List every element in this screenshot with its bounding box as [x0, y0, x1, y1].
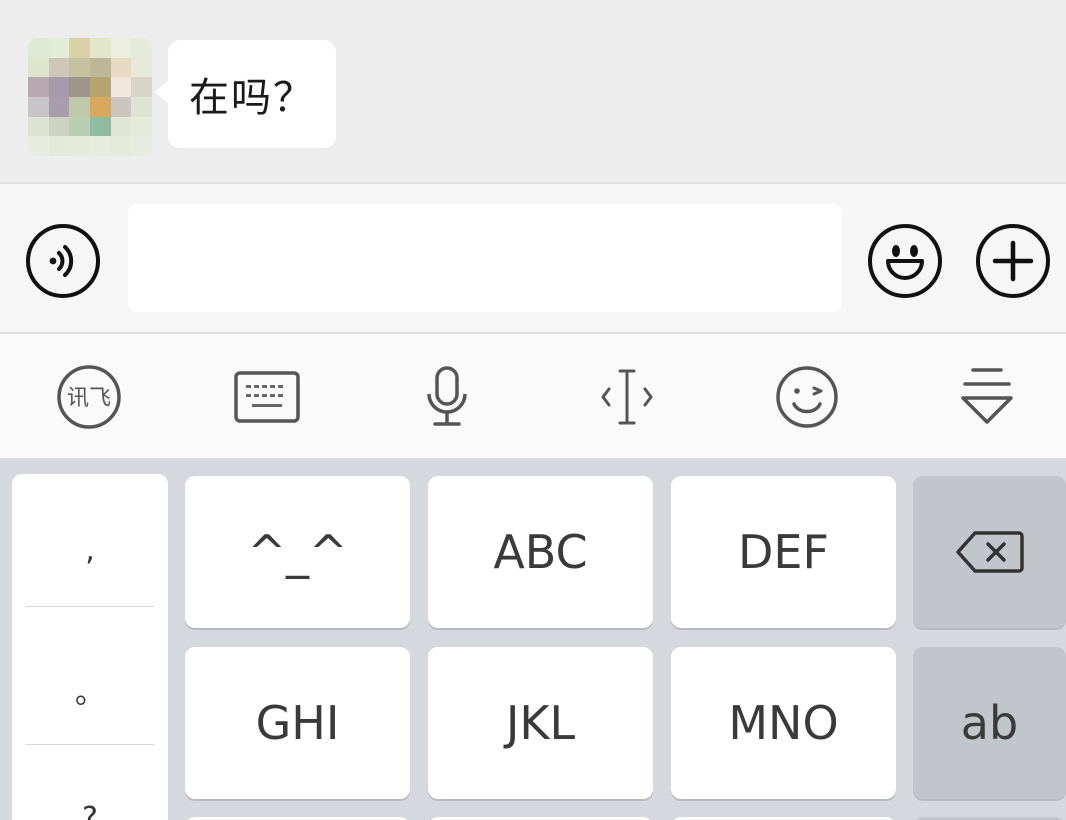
key-abc[interactable]: ABC — [428, 476, 653, 628]
key-def[interactable]: DEF — [671, 476, 896, 628]
avatar-pixel — [69, 116, 90, 137]
message-input[interactable] — [128, 204, 842, 312]
ifly-logo-icon: 讯飞 — [57, 365, 121, 429]
message-bubble[interactable]: 在吗？ — [154, 40, 336, 148]
message-text: 在吗？ — [189, 75, 315, 121]
avatar-pixel — [69, 136, 90, 156]
backspace-icon — [955, 531, 1024, 573]
avatar-pixel — [48, 57, 70, 78]
cursor-button[interactable] — [592, 362, 662, 432]
ifly-button[interactable]: 讯飞 — [54, 362, 124, 432]
voice-input-button[interactable] — [412, 362, 482, 432]
avatar-pixel — [110, 116, 132, 137]
punctuation-column[interactable]: , 。 ? — [12, 474, 168, 820]
hide-keyboard-button[interactable] — [952, 362, 1022, 432]
avatar-pixel — [89, 96, 111, 117]
avatar-pixel — [69, 38, 90, 58]
emoji-panel-button[interactable] — [772, 362, 842, 432]
avatar-pixel — [131, 38, 152, 58]
avatar-pixel — [69, 96, 90, 117]
avatar-pixel — [89, 116, 111, 137]
avatar-pixel — [48, 136, 70, 156]
voice-button[interactable] — [26, 224, 100, 298]
avatar-pixel — [28, 77, 49, 97]
avatar-pixel — [110, 57, 132, 78]
avatar-pixel — [48, 116, 70, 137]
avatar-pixel — [131, 136, 152, 156]
punct-question-key[interactable]: ? — [12, 798, 168, 820]
divider — [26, 606, 154, 607]
t9-keyboard: , 。 ? ^_^ ABC DEF GHI JKL MNO ab — [0, 460, 1066, 820]
collapse-icon — [961, 368, 1013, 424]
cursor-icon — [601, 369, 653, 425]
avatar-pixel — [131, 116, 152, 137]
avatar-pixel — [28, 96, 49, 117]
key-emoticon[interactable]: ^_^ — [185, 476, 410, 628]
keyboard-icon — [234, 371, 300, 423]
avatar-pixel — [48, 77, 70, 97]
divider — [26, 744, 154, 745]
switch-alpha-key[interactable]: ab — [913, 647, 1066, 799]
key-ghi[interactable]: GHI — [185, 647, 410, 799]
avatar-pixel — [69, 57, 90, 78]
more-button[interactable] — [976, 224, 1050, 298]
key-jkl[interactable]: JKL — [428, 647, 653, 799]
key-mno[interactable]: MNO — [671, 647, 896, 799]
avatar-pixel — [131, 77, 152, 97]
avatar-pixel — [110, 96, 132, 117]
punct-comma-key[interactable]: , — [12, 530, 168, 570]
punct-period-key[interactable]: 。 — [12, 670, 168, 711]
contact-avatar[interactable] — [28, 38, 152, 156]
avatar-pixel — [69, 77, 90, 97]
avatar-pixel — [89, 136, 111, 156]
avatar-pixel — [110, 38, 132, 58]
keyboard-toolbar: 讯飞 — [0, 334, 1066, 460]
keyboard-switch-button[interactable] — [232, 362, 302, 432]
avatar-pixel — [48, 38, 70, 58]
avatar-pixel — [89, 38, 111, 58]
plus-icon — [992, 240, 1034, 282]
avatar-pixel — [110, 77, 132, 97]
avatar-pixel — [131, 96, 152, 117]
ifly-label: 讯飞 — [67, 386, 111, 411]
avatar-pixel — [89, 57, 111, 78]
avatar-pixel — [28, 38, 49, 58]
emoji-button[interactable] — [868, 224, 942, 298]
backspace-key[interactable] — [913, 476, 1066, 628]
avatar-pixel — [28, 116, 49, 137]
avatar-pixel — [28, 57, 49, 78]
microphone-icon — [427, 366, 467, 426]
wink-emoji-icon — [776, 366, 838, 428]
avatar-pixel — [48, 96, 70, 117]
voice-icon — [49, 245, 74, 277]
avatar-pixel — [110, 136, 132, 156]
input-bar — [0, 182, 1066, 334]
chat-area: 在吗？ — [0, 0, 1066, 182]
avatar-pixel — [89, 77, 111, 97]
avatar-pixel — [28, 136, 49, 156]
avatar-pixel — [131, 57, 152, 78]
smiley-icon — [886, 245, 924, 280]
